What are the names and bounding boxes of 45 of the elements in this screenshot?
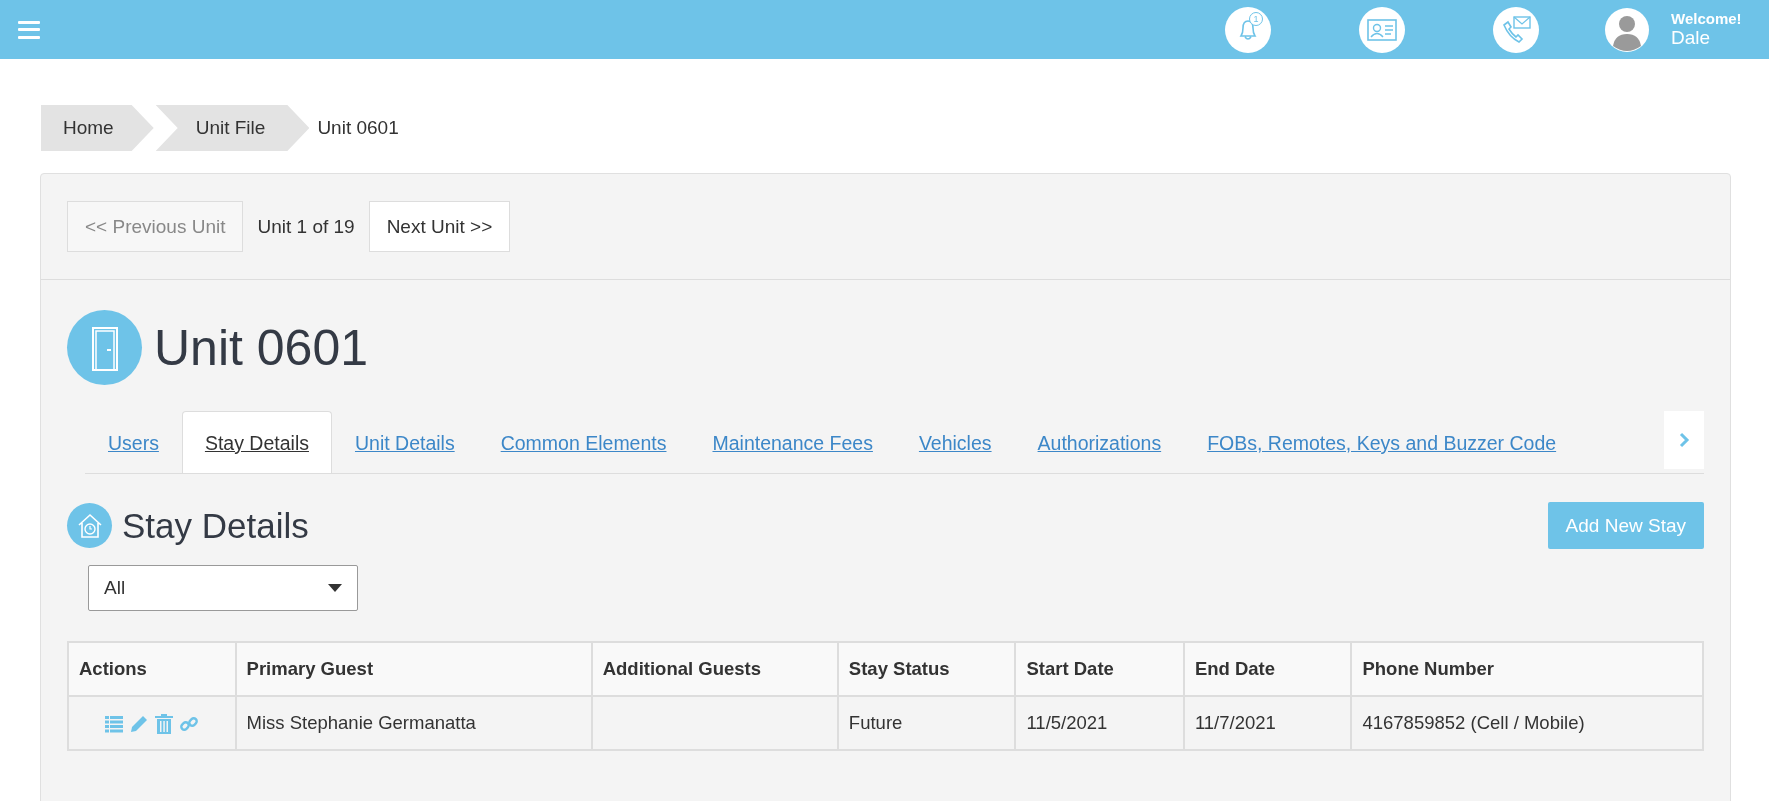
breadcrumb-current: Unit 0601 [316, 116, 399, 140]
breadcrumb-link[interactable]: Unit File [155, 105, 310, 151]
contact-card-icon[interactable] [1359, 6, 1405, 53]
breadcrumb-link[interactable]: Home [41, 105, 154, 151]
unit-title: Unit 0601 [154, 318, 369, 377]
chevron-right-icon [1678, 432, 1690, 448]
column-header: Stay Status [837, 642, 1016, 696]
tab[interactable]: Common Elements [477, 411, 690, 473]
column-header: Start Date [1015, 642, 1184, 696]
menu-icon[interactable] [18, 20, 40, 39]
tab[interactable]: Users [85, 411, 182, 473]
welcome-text: Welcome! [1671, 10, 1743, 27]
table-cell: 11/7/2021 [1183, 696, 1352, 750]
column-header: Primary Guest [235, 642, 592, 696]
user-name: Dale [1671, 27, 1712, 49]
section-title: Stay Details [122, 505, 309, 546]
tab[interactable]: Vehicles [895, 411, 1015, 473]
tab[interactable]: Unit Details [331, 411, 478, 473]
caret-icon [328, 584, 342, 592]
tab[interactable]: FOBs, Remotes, Keys and Buzzer Code [1184, 411, 1580, 473]
column-header: Actions [68, 642, 236, 696]
notification-count: 1 [1249, 11, 1263, 26]
pencil-icon[interactable] [130, 715, 149, 734]
tab[interactable]: Stay Details [181, 411, 332, 473]
status-filter-dropdown[interactable]: All [88, 565, 358, 611]
table-cell: 11/5/2021 [1015, 696, 1184, 750]
list-icon[interactable] [105, 715, 124, 734]
house-clock-icon [67, 503, 112, 548]
column-header: Phone Number [1351, 642, 1703, 696]
table-cell: Future [837, 696, 1016, 750]
tab[interactable]: Maintenance Fees [689, 411, 896, 473]
column-header: Additional Guests [591, 642, 838, 696]
avatar-icon[interactable] [1605, 7, 1649, 52]
unit-position: Unit 1 of 19 [257, 215, 355, 238]
tab[interactable]: Authorizations [1014, 411, 1185, 473]
notifications-button[interactable]: 1 [1225, 6, 1271, 53]
trash-icon[interactable] [155, 714, 174, 735]
scroll-right-button[interactable] [1664, 411, 1704, 469]
table-cell: 4167859852 (Cell / Mobile) [1351, 696, 1703, 750]
table-cell: Miss Stephanie Germanatta [235, 696, 592, 750]
add-new-stay-button[interactable]: Add New Stay [1547, 502, 1704, 549]
phone-mail-icon[interactable] [1493, 6, 1539, 53]
link-icon[interactable] [180, 715, 199, 734]
next-unit-button[interactable]: Next Unit >> [368, 201, 511, 252]
column-header: End Date [1183, 642, 1352, 696]
